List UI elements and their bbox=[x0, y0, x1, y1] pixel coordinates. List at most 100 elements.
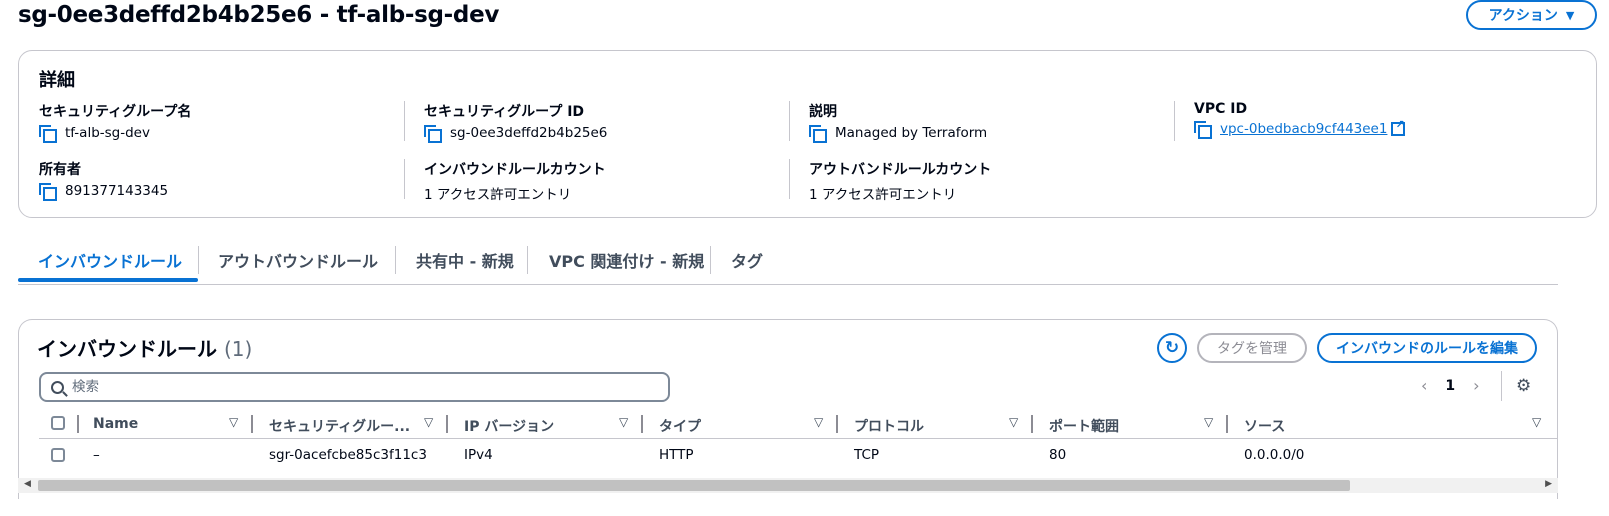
tab-outbound-rules[interactable]: アウトバウンドルール bbox=[218, 248, 378, 272]
owner-label: 所有者 bbox=[39, 162, 81, 178]
select-all-checkbox[interactable] bbox=[51, 416, 65, 430]
column-divider[interactable] bbox=[1226, 415, 1228, 433]
external-link-icon[interactable] bbox=[1391, 118, 1406, 136]
tab-tags[interactable]: タグ bbox=[731, 248, 763, 272]
column-divider[interactable] bbox=[446, 415, 448, 433]
column-divider[interactable] bbox=[1031, 415, 1033, 433]
table-row[interactable]: – sgr-0acefcbe85c3f11c3 IPv4 HTTP TCP 80… bbox=[39, 442, 1557, 470]
copy-icon[interactable] bbox=[1194, 121, 1212, 139]
inbound-count-field: インバウンドルールカウント 1 アクセス許可エントリ bbox=[424, 159, 606, 203]
chevron-right-icon[interactable]: › bbox=[1473, 376, 1479, 395]
divider bbox=[789, 101, 790, 141]
rules-title: インバウンドルール (1) bbox=[37, 333, 252, 362]
cell-source: 0.0.0.0/0 bbox=[1244, 447, 1305, 463]
description-value: Managed by Terraform bbox=[835, 125, 988, 141]
column-header-protocol[interactable]: プロトコル bbox=[854, 416, 924, 436]
edit-inbound-rules-button[interactable]: インバウンドのルールを編集 bbox=[1317, 333, 1537, 363]
search-input[interactable] bbox=[72, 379, 632, 395]
sg-id-label: セキュリティグループ ID bbox=[424, 104, 585, 120]
search-icon bbox=[51, 380, 64, 394]
tab-bar: インバウンドルール アウトバウンドルール 共有中 - 新規 VPC 関連付け -… bbox=[18, 240, 1558, 285]
chevron-left-icon[interactable]: ‹ bbox=[1421, 376, 1427, 395]
column-divider[interactable] bbox=[641, 415, 643, 433]
tab-sharing[interactable]: 共有中 - 新規 bbox=[416, 248, 514, 272]
cell-type: HTTP bbox=[659, 447, 694, 463]
scrollbar-thumb[interactable] bbox=[38, 480, 1350, 491]
details-panel: 詳細 セキュリティグループ名 tf-alb-sg-dev セキュリティグループ … bbox=[18, 50, 1597, 218]
inbound-rules-panel: インバウンドルール (1) ↻ タグを管理 インバウンドのルールを編集 ‹ 1 … bbox=[18, 319, 1558, 499]
divider bbox=[404, 159, 405, 199]
cell-name: – bbox=[93, 447, 100, 463]
scroll-right-icon[interactable]: ▶ bbox=[1545, 479, 1552, 489]
sort-icon[interactable]: ▽ bbox=[229, 415, 238, 429]
actions-label: アクション bbox=[1488, 8, 1558, 24]
inbound-count-label: インバウンドルールカウント bbox=[424, 162, 606, 178]
rules-title-text: インバウンドルール bbox=[37, 337, 217, 361]
column-divider[interactable] bbox=[836, 415, 838, 433]
scroll-left-icon[interactable]: ◀ bbox=[24, 479, 31, 489]
divider bbox=[789, 159, 790, 199]
sg-id-field: セキュリティグループ ID sg-0ee3deffd2b4b25e6 bbox=[424, 101, 608, 143]
vpc-id-label: VPC ID bbox=[1194, 101, 1248, 117]
description-field: 説明 Managed by Terraform bbox=[809, 101, 988, 143]
sg-name-field: セキュリティグループ名 tf-alb-sg-dev bbox=[39, 101, 192, 143]
column-header-name[interactable]: Name bbox=[93, 416, 138, 432]
divider bbox=[404, 101, 405, 141]
description-label: 説明 bbox=[809, 104, 837, 120]
details-heading: 詳細 bbox=[39, 70, 75, 91]
column-header-port-range[interactable]: ポート範囲 bbox=[1049, 416, 1119, 436]
refresh-icon: ↻ bbox=[1164, 338, 1180, 358]
sg-id-value: sg-0ee3deffd2b4b25e6 bbox=[450, 125, 608, 141]
pagination: ‹ 1 › bbox=[1421, 376, 1480, 395]
tab-inbound-rules[interactable]: インバウンドルール bbox=[38, 248, 182, 272]
page-number[interactable]: 1 bbox=[1445, 378, 1455, 394]
tab-divider bbox=[710, 246, 711, 274]
rules-count: (1) bbox=[223, 337, 253, 361]
sort-icon[interactable]: ▽ bbox=[1009, 415, 1018, 429]
cell-protocol: TCP bbox=[854, 447, 880, 463]
sort-icon[interactable]: ▽ bbox=[424, 415, 433, 429]
owner-value: 891377143345 bbox=[65, 183, 169, 199]
vpc-id-link[interactable]: vpc-0bedbacb9cf443ee1 bbox=[1220, 121, 1387, 137]
column-header-security-group-rule-id[interactable]: セキュリティグルー... bbox=[269, 416, 410, 436]
sort-icon[interactable]: ▽ bbox=[1532, 415, 1541, 429]
horizontal-scrollbar[interactable]: ◀ ▶ bbox=[18, 478, 1558, 493]
cell-port-range: 80 bbox=[1049, 447, 1067, 463]
gear-icon[interactable]: ⚙ bbox=[1516, 376, 1531, 396]
sort-icon[interactable]: ▽ bbox=[814, 415, 823, 429]
outbound-count-label: アウトバンドルールカウント bbox=[809, 162, 992, 178]
copy-icon[interactable] bbox=[809, 125, 827, 143]
copy-icon[interactable] bbox=[39, 125, 57, 143]
search-box bbox=[39, 372, 670, 402]
tab-divider bbox=[527, 246, 528, 274]
active-tab-indicator bbox=[18, 278, 198, 282]
cell-ip-version: IPv4 bbox=[464, 447, 493, 463]
table-header: Name ▽ セキュリティグルー... ▽ IP バージョン ▽ タイプ ▽ プ… bbox=[39, 413, 1557, 439]
actions-dropdown-button[interactable]: アクション ▼ bbox=[1466, 0, 1597, 30]
column-header-source[interactable]: ソース bbox=[1244, 416, 1285, 436]
outbound-count-value: 1 アクセス許可エントリ bbox=[809, 187, 957, 203]
divider bbox=[1174, 101, 1175, 141]
sg-name-value: tf-alb-sg-dev bbox=[65, 125, 150, 141]
column-header-ip-version[interactable]: IP バージョン bbox=[464, 416, 554, 436]
caret-down-icon: ▼ bbox=[1565, 8, 1575, 22]
divider bbox=[1501, 371, 1502, 401]
tab-divider bbox=[395, 246, 396, 274]
refresh-button[interactable]: ↻ bbox=[1157, 333, 1187, 363]
page-title: sg-0ee3deffd2b4b25e6 - tf-alb-sg-dev bbox=[18, 2, 500, 28]
column-divider bbox=[77, 415, 79, 433]
row-checkbox[interactable] bbox=[51, 448, 65, 462]
column-divider[interactable] bbox=[251, 415, 253, 433]
tab-vpc-associations[interactable]: VPC 関連付け - 新規 bbox=[549, 248, 704, 272]
sg-name-label: セキュリティグループ名 bbox=[39, 104, 192, 120]
outbound-count-field: アウトバンドルールカウント 1 アクセス許可エントリ bbox=[809, 159, 991, 203]
copy-icon[interactable] bbox=[39, 183, 57, 201]
column-header-type[interactable]: タイプ bbox=[659, 416, 701, 436]
owner-field: 所有者 891377143345 bbox=[39, 159, 169, 201]
sort-icon[interactable]: ▽ bbox=[619, 415, 628, 429]
inbound-count-value: 1 アクセス許可エントリ bbox=[424, 187, 572, 203]
vpc-id-field: VPC ID vpc-0bedbacb9cf443ee1 bbox=[1194, 101, 1406, 139]
sort-icon[interactable]: ▽ bbox=[1204, 415, 1213, 429]
manage-tags-button[interactable]: タグを管理 bbox=[1197, 333, 1307, 363]
copy-icon[interactable] bbox=[424, 125, 442, 143]
